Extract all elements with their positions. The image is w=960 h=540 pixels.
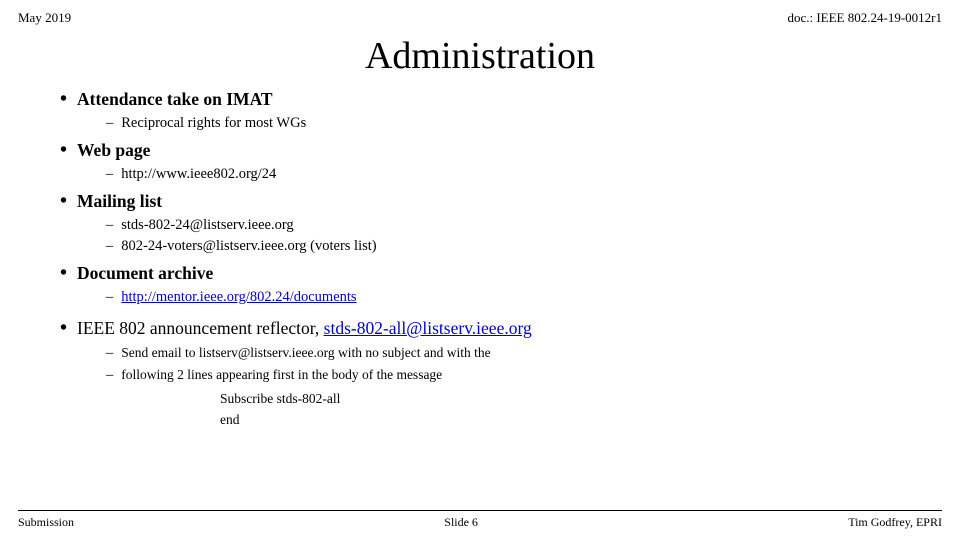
announcement-item: • IEEE 802 announcement reflector, stds-…	[60, 317, 910, 431]
bullet-dot: •	[60, 190, 67, 213]
subscribe-line-1: Subscribe stds-802-all	[220, 388, 910, 410]
bullet-sub-text: http://www.ieee802.org/24	[121, 164, 276, 186]
footer-submission: Submission	[18, 515, 74, 530]
slide-container: May 2019 doc.: IEEE 802.24-19-0012r1 Adm…	[0, 0, 960, 540]
bullet-main-text: Attendance take on IMAT	[77, 89, 273, 110]
title-section: Administration	[0, 34, 960, 78]
announcement-prefix: IEEE 802 announcement reflector, stds-80…	[77, 318, 532, 339]
announcement-link[interactable]: stds-802-all@listserv.ieee.org	[324, 318, 532, 338]
bullet-main-text: Mailing list	[77, 191, 162, 212]
bullet-sub-text: Reciprocal rights for most WGs	[121, 113, 306, 135]
subscribe-block: Subscribe stds-802-all end	[60, 388, 910, 431]
bullet-main-text: Document archive	[77, 263, 213, 284]
bullet-item-webpage: • Web page – http://www.ieee802.org/24	[60, 139, 910, 186]
header-bar: May 2019 doc.: IEEE 802.24-19-0012r1	[0, 0, 960, 30]
bullet-dot: •	[60, 88, 67, 111]
footer-bar: Submission Slide 6 Tim Godfrey, EPRI	[18, 510, 942, 530]
announcement-sub-2: following 2 lines appearing first in the…	[121, 365, 442, 386]
document-archive-link[interactable]: http://mentor.ieee.org/802.24/documents	[121, 287, 356, 309]
footer-author: Tim Godfrey, EPRI	[848, 515, 942, 530]
bullet-sub-text: stds-802-24@listserv.ieee.org	[121, 215, 293, 237]
header-date: May 2019	[18, 10, 71, 26]
bullet-main-text: Web page	[77, 140, 150, 161]
subscribe-line-2: end	[220, 409, 910, 431]
bullet-item-document: • Document archive – http://mentor.ieee.…	[60, 262, 910, 309]
content-area: • Attendance take on IMAT – Reciprocal r…	[0, 88, 960, 431]
bullet-item-mailing: • Mailing list – stds-802-24@listserv.ie…	[60, 190, 910, 259]
header-doc: doc.: IEEE 802.24-19-0012r1	[787, 10, 942, 26]
bullet-sub-text: 802-24-voters@listserv.ieee.org (voters …	[121, 236, 376, 258]
bullet-dot: •	[60, 262, 67, 285]
bullet-dot: •	[60, 317, 67, 340]
bullet-dot: •	[60, 139, 67, 162]
announcement-sub-1: Send email to listserv@listserv.ieee.org…	[121, 343, 490, 364]
page-title: Administration	[0, 34, 960, 78]
footer-slide: Slide 6	[444, 515, 478, 530]
bullet-item-attendance: • Attendance take on IMAT – Reciprocal r…	[60, 88, 910, 135]
